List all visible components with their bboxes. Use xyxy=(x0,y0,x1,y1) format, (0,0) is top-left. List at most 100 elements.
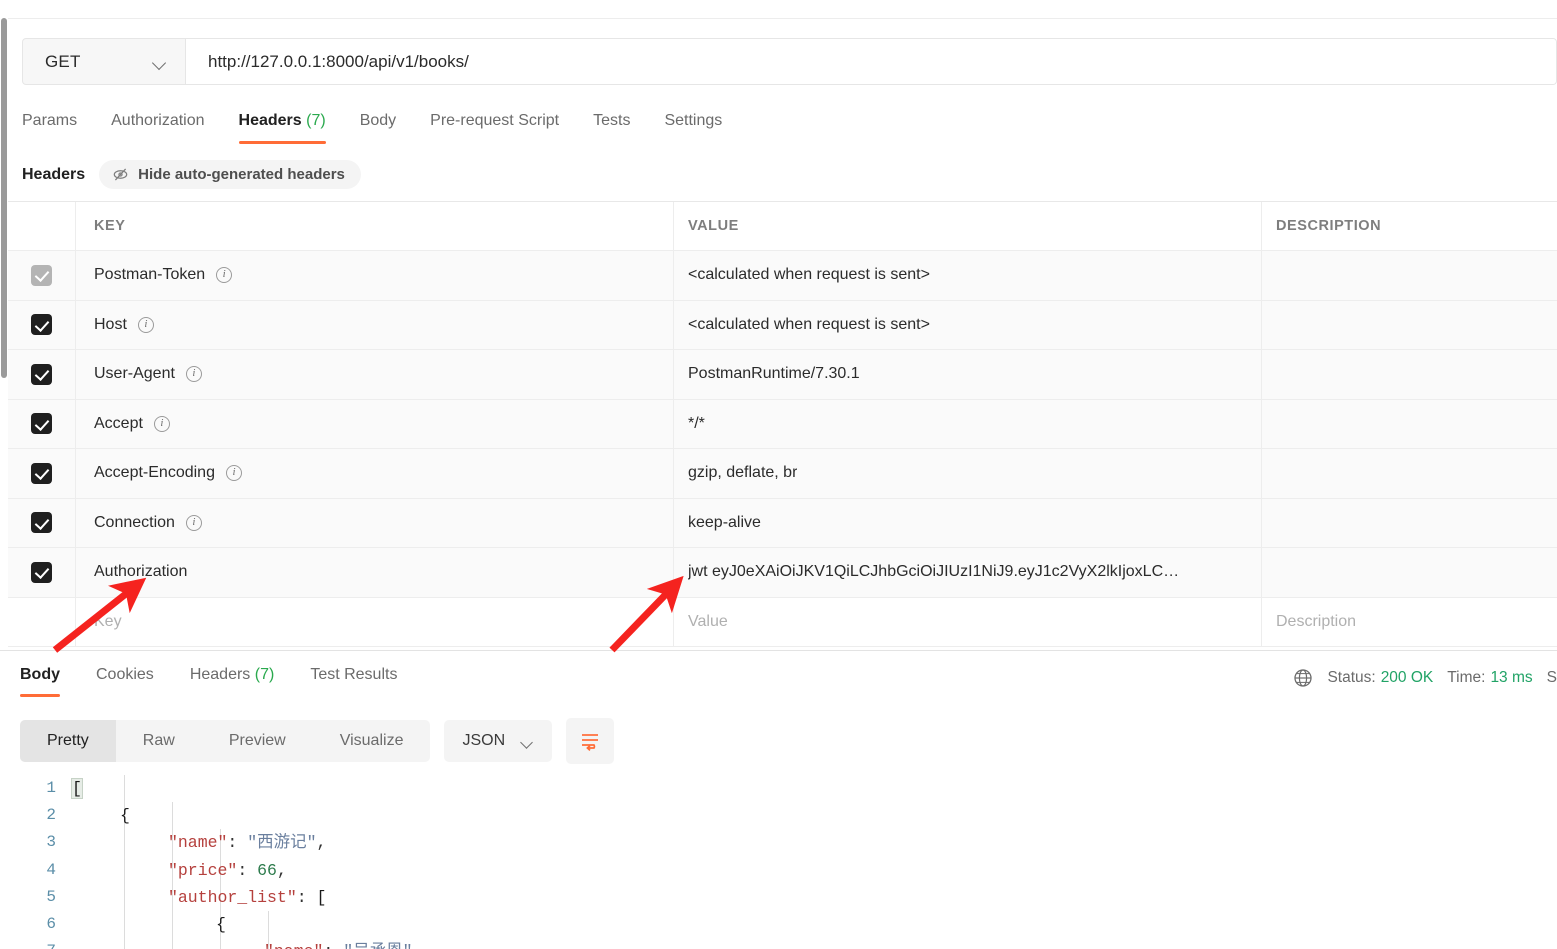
header-key[interactable]: Authorization xyxy=(94,563,187,581)
hide-auto-generated-headers-label: Hide auto-generated headers xyxy=(138,166,345,183)
code-token: [ xyxy=(71,778,83,799)
column-header-value: VALUE xyxy=(688,218,739,234)
view-visualize[interactable]: Visualize xyxy=(313,720,431,762)
tab-settings[interactable]: Settings xyxy=(664,108,740,144)
request-url-bar: GET http://127.0.0.1:8000/api/v1/books/ xyxy=(22,38,1557,85)
headers-sub-bar: Headers Hide auto-generated headers xyxy=(22,160,361,189)
header-key[interactable]: Host xyxy=(94,316,127,334)
tab-headers[interactable]: Headers (7) xyxy=(238,108,344,144)
new-description-input[interactable]: Description xyxy=(1276,613,1356,631)
status-badge: 200 OK xyxy=(1380,669,1434,686)
tab-body[interactable]: Body xyxy=(360,108,414,144)
response-tab-cookies[interactable]: Cookies xyxy=(96,662,154,697)
table-row: User-Agent i PostmanRuntime/7.30.1 xyxy=(8,350,1557,400)
response-tab-headers-label: Headers xyxy=(189,666,251,683)
info-icon[interactable]: i xyxy=(225,465,242,482)
code-line-text: [ xyxy=(71,775,83,802)
code-token: "name" xyxy=(264,942,323,949)
new-key-input[interactable]: Key xyxy=(94,613,122,631)
size-label-truncated: S xyxy=(1546,669,1557,686)
response-status-bar: Status: 200 OK Time: 13 ms S xyxy=(1293,668,1557,688)
response-tab-cookies-label: Cookies xyxy=(96,666,154,683)
response-tab-test-results[interactable]: Test Results xyxy=(310,662,397,697)
time-value: 13 ms xyxy=(1490,669,1533,686)
header-value[interactable]: <calculated when request is sent> xyxy=(688,266,930,284)
globe-icon xyxy=(1294,669,1313,687)
row-checkbox[interactable] xyxy=(31,512,52,534)
wrap-lines-button[interactable] xyxy=(566,718,615,764)
postman-window: GET http://127.0.0.1:8000/api/v1/books/ … xyxy=(0,0,1557,949)
info-icon[interactable]: i xyxy=(153,415,170,432)
header-key[interactable]: Postman-Token xyxy=(94,266,205,284)
tab-pre-request-script-label: Pre-request Script xyxy=(430,112,560,129)
row-checkbox[interactable] xyxy=(31,462,52,484)
line-number: 4 xyxy=(46,860,56,879)
info-icon[interactable]: i xyxy=(137,316,154,333)
table-row: Host i <calculated when request is sent> xyxy=(8,300,1557,350)
row-checkbox[interactable] xyxy=(31,264,52,286)
code-token: , xyxy=(276,860,287,880)
code-line-text: "author_list": [ xyxy=(72,884,326,911)
url-input[interactable]: http://127.0.0.1:8000/api/v1/books/ xyxy=(186,39,1556,84)
row-checkbox[interactable] xyxy=(31,314,52,336)
response-tab-headers[interactable]: Headers (7) xyxy=(190,662,275,697)
header-key[interactable]: Connection xyxy=(94,514,175,532)
left-scrollbar[interactable] xyxy=(0,18,8,658)
http-method-dropdown[interactable]: GET xyxy=(23,39,186,84)
header-value[interactable]: gzip, deflate, br xyxy=(688,464,797,482)
tab-pre-request-script[interactable]: Pre-request Script xyxy=(430,108,577,144)
code-line-text: "price": 66, xyxy=(72,857,287,884)
response-tab-body-label: Body xyxy=(20,666,60,683)
left-scrollbar-thumb[interactable] xyxy=(1,18,7,378)
header-value[interactable]: PostmanRuntime/7.30.1 xyxy=(688,365,860,383)
row-checkbox[interactable] xyxy=(31,363,52,385)
tab-tests-label: Tests xyxy=(593,112,631,129)
response-splitter[interactable] xyxy=(0,650,1557,651)
tab-params[interactable]: Params xyxy=(22,108,95,144)
new-value-input[interactable]: Value xyxy=(688,613,728,631)
code-token: { xyxy=(216,914,226,934)
code-line: 5 "author_list": [ xyxy=(20,884,1540,911)
response-view-switch: Pretty Raw Preview Visualize xyxy=(20,720,431,762)
header-value[interactable]: jwt eyJ0eXAiOiJKV1QiLCJhbGciOiJIUzI1NiJ9… xyxy=(688,563,1179,581)
response-body-code[interactable]: 1 [ 2 { 3 "name": "西游记", 4 "price": 66, … xyxy=(20,775,1540,949)
code-token: { xyxy=(120,806,130,826)
tab-authorization[interactable]: Authorization xyxy=(111,108,222,144)
table-row: Accept-Encoding i gzip, deflate, br xyxy=(8,449,1557,499)
header-key[interactable]: Accept xyxy=(94,415,143,433)
code-line: 3 "name": "西游记", xyxy=(20,829,1540,856)
line-number: 6 xyxy=(46,914,56,933)
code-line: 7 "name": "吴承恩" xyxy=(20,938,1540,949)
info-icon[interactable]: i xyxy=(216,267,233,284)
headers-table: KEY VALUE DESCRIPTION Postman-Token i <ca… xyxy=(8,201,1557,647)
hide-auto-generated-headers-button[interactable]: Hide auto-generated headers xyxy=(99,160,361,189)
row-checkbox[interactable] xyxy=(31,561,52,583)
info-icon[interactable]: i xyxy=(185,366,202,383)
code-token: : xyxy=(237,860,258,880)
response-tab-body[interactable]: Body xyxy=(20,662,60,697)
window-top-divider xyxy=(8,18,1557,19)
eye-slash-icon xyxy=(113,168,128,181)
header-value[interactable]: */* xyxy=(688,415,705,433)
view-preview[interactable]: Preview xyxy=(202,720,313,762)
code-token: , xyxy=(316,833,327,853)
response-format-dropdown[interactable]: JSON xyxy=(444,720,553,762)
code-token: : xyxy=(323,942,343,949)
header-cell-select xyxy=(8,202,76,250)
view-pretty[interactable]: Pretty xyxy=(20,720,116,762)
table-row-new: Key Value Description xyxy=(8,597,1557,647)
header-key[interactable]: Accept-Encoding xyxy=(94,464,215,482)
column-header-description: DESCRIPTION xyxy=(1276,218,1382,234)
info-icon[interactable]: i xyxy=(185,514,202,531)
view-raw[interactable]: Raw xyxy=(116,720,202,762)
code-token: "price" xyxy=(168,860,238,880)
header-value[interactable]: <calculated when request is sent> xyxy=(688,316,930,334)
row-checkbox[interactable] xyxy=(31,413,52,435)
header-value[interactable]: keep-alive xyxy=(688,514,761,532)
code-line: 2 { xyxy=(20,802,1540,829)
tab-tests[interactable]: Tests xyxy=(593,108,648,144)
request-tabs: Params Authorization Headers (7) Body Pr… xyxy=(22,108,756,150)
code-token: 66 xyxy=(257,860,277,880)
time-label: Time: xyxy=(1447,669,1486,686)
header-key[interactable]: User-Agent xyxy=(94,365,175,383)
